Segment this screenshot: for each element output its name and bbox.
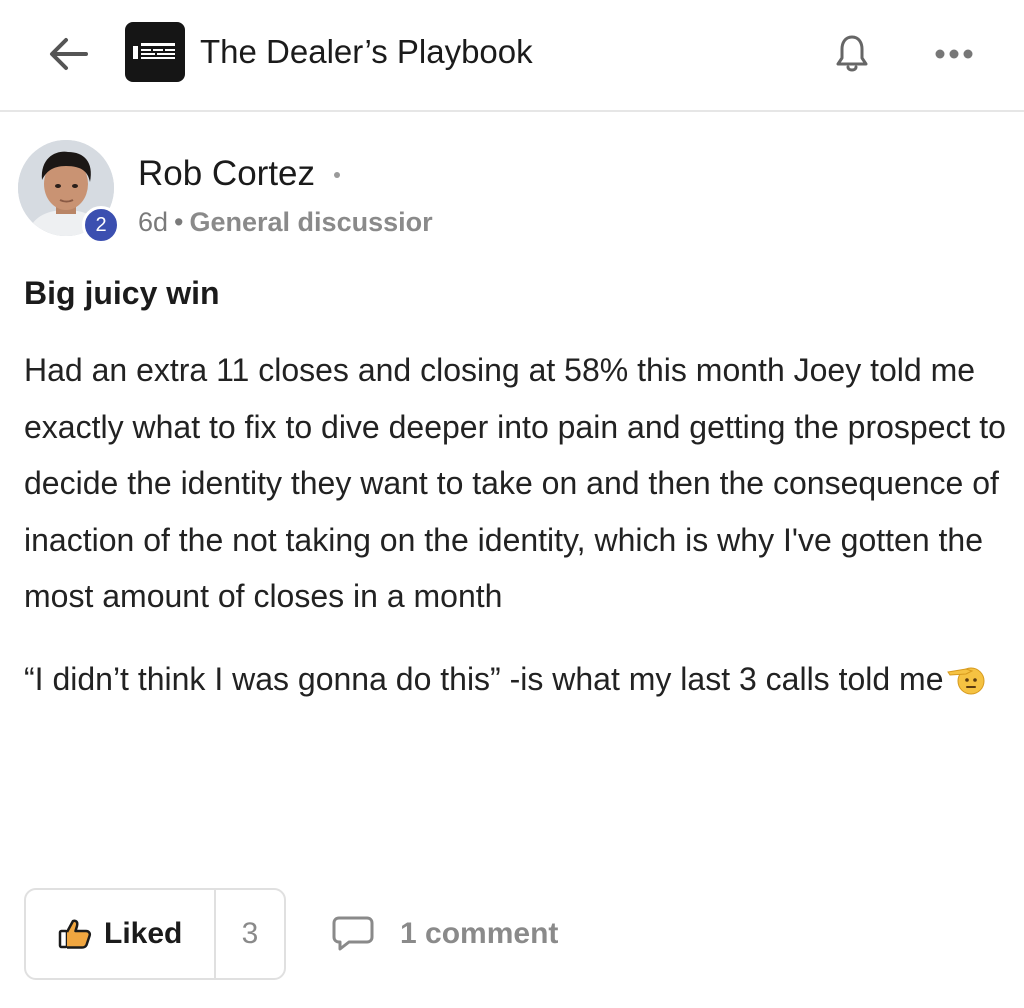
post-meta: 6d • General discussior bbox=[138, 204, 433, 240]
comment-button[interactable]: 1 comment bbox=[330, 910, 558, 958]
comment-count-label: 1 comment bbox=[400, 917, 559, 950]
thumbs-up-icon bbox=[58, 919, 92, 949]
post-paragraph-text: “I didn’t think I was gonna do this” -is… bbox=[24, 660, 944, 697]
post-paragraph: “I didn’t think I was gonna do this” -is… bbox=[24, 651, 1009, 714]
more-options-button[interactable] bbox=[930, 36, 978, 72]
post-category[interactable]: General discussior bbox=[190, 207, 433, 237]
reaction-bar: Liked 3 bbox=[24, 888, 286, 980]
top-bar: The Dealer’s Playbook bbox=[0, 0, 1024, 112]
notifications-button[interactable] bbox=[830, 30, 874, 78]
author-avatar-container: 2 bbox=[18, 140, 128, 244]
group-logo[interactable] bbox=[125, 22, 185, 82]
post-body: Had an extra 11 closes and closing at 58… bbox=[24, 342, 1009, 713]
meta-separator: • bbox=[174, 207, 184, 237]
like-count[interactable]: 3 bbox=[216, 890, 284, 978]
post-paragraph: Had an extra 11 closes and closing at 58… bbox=[24, 352, 1006, 614]
level-badge: 2 bbox=[82, 206, 120, 244]
post-title: Big juicy win bbox=[24, 275, 220, 311]
post-age: 6d bbox=[138, 207, 169, 237]
like-button[interactable]: Liked bbox=[26, 890, 216, 978]
bell-icon bbox=[836, 35, 868, 72]
more-horizontal-icon bbox=[935, 49, 973, 59]
comment-bubble-icon bbox=[332, 916, 374, 951]
back-button[interactable] bbox=[46, 34, 90, 74]
arrow-left-icon bbox=[50, 38, 88, 70]
group-title[interactable]: The Dealer’s Playbook bbox=[200, 30, 533, 74]
like-label: Liked bbox=[104, 917, 183, 950]
group-logo-mark bbox=[133, 43, 175, 59]
author-name[interactable]: Rob Cortez bbox=[138, 152, 315, 196]
saluting-face-emoji-icon bbox=[946, 657, 986, 714]
status-dot bbox=[334, 172, 340, 178]
